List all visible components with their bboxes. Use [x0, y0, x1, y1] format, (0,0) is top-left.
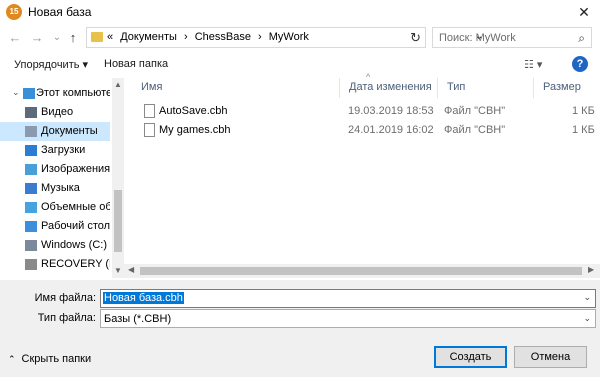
filetype-select[interactable]: Базы (*.CBH) ⌄	[100, 309, 596, 328]
column-header-date[interactable]: Дата изменения	[340, 78, 438, 98]
close-icon[interactable]: ✕	[572, 0, 596, 24]
sidebar-item-desktop[interactable]: Рабочий стол	[0, 217, 110, 236]
file-list-hscrollbar[interactable]: ◀ ▶	[124, 264, 600, 278]
app-icon: 15	[6, 4, 22, 20]
toolbar: Упорядочить ▾ Новая папка ☷ ▾ ?	[0, 54, 600, 76]
scrollbar-thumb[interactable]	[140, 267, 582, 275]
sidebar-item-label: Загрузки	[41, 144, 86, 156]
cancel-button[interactable]: Отмена	[514, 346, 587, 368]
drive-icon	[25, 240, 37, 251]
chevron-down-icon[interactable]: ⌄	[583, 313, 591, 324]
table-row[interactable]: My games.cbh 24.01.2019 16:02 Файл "CBH"…	[132, 121, 600, 140]
collapse-icon[interactable]: ⌄	[12, 87, 20, 98]
breadcrumb-mywork[interactable]: MyWork	[269, 31, 309, 43]
sidebar-item-3d-objects[interactable]: Объемные объ	[0, 198, 110, 217]
3d-objects-icon	[25, 202, 37, 213]
sidebar-item-label: Объемные объ	[41, 201, 110, 213]
sidebar-item-this-pc[interactable]: ⌄ Этот компьютер	[0, 84, 110, 103]
sidebar-item-label: Изображения	[41, 163, 110, 175]
breadcrumb-separator[interactable]: ›	[258, 31, 262, 43]
address-bar[interactable]: « Документы › ChessBase › MyWork ⌄ ↻	[86, 27, 483, 48]
images-icon	[25, 164, 37, 175]
search-icon[interactable]: ⌕	[578, 31, 585, 46]
filetype-value: Базы (*.CBH)	[104, 313, 172, 325]
folder-icon	[91, 32, 103, 42]
sidebar-item-label: RECOVERY (D:)	[41, 258, 110, 270]
new-folder-button[interactable]: Новая папка	[104, 58, 168, 70]
file-icon	[144, 104, 155, 118]
breadcrumb-chessbase[interactable]: ChessBase	[195, 31, 251, 43]
scroll-up-icon[interactable]: ▲	[114, 80, 122, 89]
filename-label: Имя файла:	[34, 292, 96, 304]
sidebar-item-downloads[interactable]: Загрузки	[0, 141, 110, 160]
music-icon	[25, 183, 37, 194]
column-header-size[interactable]: Размер	[534, 78, 600, 98]
sidebar-item-windows-c[interactable]: Windows (C:)	[0, 236, 110, 255]
window-title: Новая база	[28, 5, 92, 19]
breadcrumb-overflow[interactable]: «	[107, 31, 113, 43]
breadcrumb-separator[interactable]: ›	[184, 31, 188, 43]
chevron-down-icon[interactable]: ⌄	[583, 292, 591, 303]
view-options-icon[interactable]: ☷ ▾	[524, 58, 542, 71]
sidebar-item-images[interactable]: Изображения	[0, 160, 110, 179]
scroll-left-icon[interactable]: ◀	[128, 265, 134, 274]
save-form: Имя файла: Новая база.cbh ⌄ Тип файла: Б…	[0, 280, 600, 377]
sidebar-item-label: Музыка	[41, 182, 80, 194]
navigation-pane: ⌄ Этот компьютер Видео Документы Загрузк…	[0, 78, 124, 278]
search-placeholder: Поиск: MyWork	[439, 32, 516, 44]
forward-arrow-icon[interactable]: →	[28, 29, 46, 47]
scrollbar-thumb[interactable]	[114, 190, 122, 252]
table-row[interactable]: AutoSave.cbh 19.03.2019 18:53 Файл "CBH"…	[132, 102, 600, 121]
filename-input[interactable]: Новая база.cbh ⌄	[100, 289, 596, 308]
column-header-type[interactable]: Тип	[438, 78, 534, 98]
filetype-label: Тип файла:	[37, 312, 96, 324]
back-arrow-icon[interactable]: ←	[6, 29, 24, 47]
organize-button[interactable]: Упорядочить ▾	[14, 58, 88, 71]
column-header-name[interactable]: Имя	[132, 78, 340, 98]
help-icon[interactable]: ?	[572, 56, 588, 72]
hide-folders-label: Скрыть папки	[21, 353, 92, 365]
file-size: 1 КБ	[572, 105, 595, 117]
up-arrow-icon[interactable]: ↑	[64, 29, 82, 47]
computer-icon	[23, 88, 35, 99]
desktop-icon	[25, 221, 37, 232]
navigation-bar: ← → ⌄ ↑ « Документы › ChessBase › MyWork…	[0, 26, 600, 50]
scroll-down-icon[interactable]: ▼	[114, 266, 122, 275]
hide-folders-button[interactable]: ⌃ Скрыть папки	[8, 353, 91, 365]
scroll-right-icon[interactable]: ▶	[588, 265, 594, 274]
file-name: AutoSave.cbh	[159, 105, 228, 117]
breadcrumb-documents[interactable]: Документы	[120, 31, 177, 43]
search-input[interactable]: Поиск: MyWork ⌕	[432, 27, 592, 48]
file-type: Файл "CBH"	[444, 124, 506, 136]
file-date: 19.03.2019 18:53	[348, 105, 434, 117]
file-type: Файл "CBH"	[444, 105, 506, 117]
file-name: My games.cbh	[159, 124, 231, 136]
drive-icon	[25, 259, 37, 270]
sidebar-item-label: Видео	[41, 106, 74, 118]
file-date: 24.01.2019 16:02	[348, 124, 434, 136]
sidebar-item-music[interactable]: Музыка	[0, 179, 110, 198]
sidebar-item-documents[interactable]: Документы	[0, 122, 110, 141]
sidebar-item-label: Этот компьютер	[36, 87, 110, 99]
sidebar-item-label: Windows (C:)	[41, 239, 108, 251]
file-size: 1 КБ	[572, 124, 595, 136]
sidebar-item-recovery-d[interactable]: RECOVERY (D:)	[0, 255, 110, 274]
chevron-up-icon: ⌃	[8, 354, 16, 364]
file-list: ^ Имя Дата изменения Тип Размер AutoSave…	[132, 72, 600, 278]
refresh-icon[interactable]: ↻	[410, 30, 421, 46]
create-button[interactable]: Создать	[434, 346, 507, 368]
sidebar-item-label: Рабочий стол	[41, 220, 110, 232]
title-bar: 15 Новая база ✕	[0, 0, 600, 24]
file-icon	[144, 123, 155, 137]
breadcrumb: « Документы › ChessBase › MyWork	[107, 31, 313, 43]
downloads-icon	[25, 145, 37, 156]
sidebar-scrollbar[interactable]: ▲ ▼	[112, 78, 124, 278]
sidebar-item-video[interactable]: Видео	[0, 103, 110, 122]
sidebar-item-label: Документы	[41, 125, 98, 137]
video-icon	[25, 107, 37, 118]
documents-icon	[25, 126, 37, 137]
filename-value: Новая база.cbh	[103, 292, 184, 304]
